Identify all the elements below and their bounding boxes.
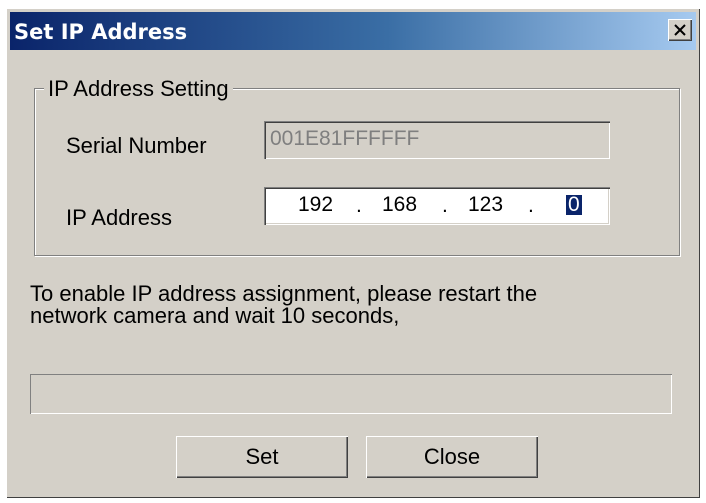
ip-address-label: IP Address: [66, 205, 172, 230]
ip-address-input[interactable]: 192 . 168 . 123 . 0: [264, 187, 610, 225]
message-line-1: To enable IP address assignment, please …: [30, 281, 538, 306]
window-title: Set IP Address: [14, 20, 188, 44]
close-button[interactable]: Close: [366, 436, 538, 478]
ip-separator: .: [528, 194, 534, 217]
serial-number-label: Serial Number: [66, 133, 207, 158]
close-icon: [674, 24, 686, 36]
progress-bar: [30, 374, 672, 414]
close-window-button[interactable]: [668, 19, 692, 41]
serial-number-field: 001E81FFFFFF: [264, 121, 610, 159]
message-line-2: network camera and wait 10 seconds,: [30, 303, 400, 328]
ip-octet-1[interactable]: 192: [298, 194, 333, 215]
title-bar[interactable]: Set IP Address: [10, 12, 696, 50]
ip-octet-2[interactable]: 168: [382, 194, 417, 215]
ip-octet-4[interactable]: 0: [566, 194, 582, 215]
ip-separator: .: [442, 194, 448, 217]
ip-octet-3[interactable]: 123: [468, 194, 503, 215]
group-legend: IP Address Setting: [44, 76, 233, 102]
ip-separator: .: [356, 194, 362, 217]
set-button[interactable]: Set: [176, 436, 348, 478]
restart-instructions: To enable IP address assignment, please …: [30, 283, 680, 327]
